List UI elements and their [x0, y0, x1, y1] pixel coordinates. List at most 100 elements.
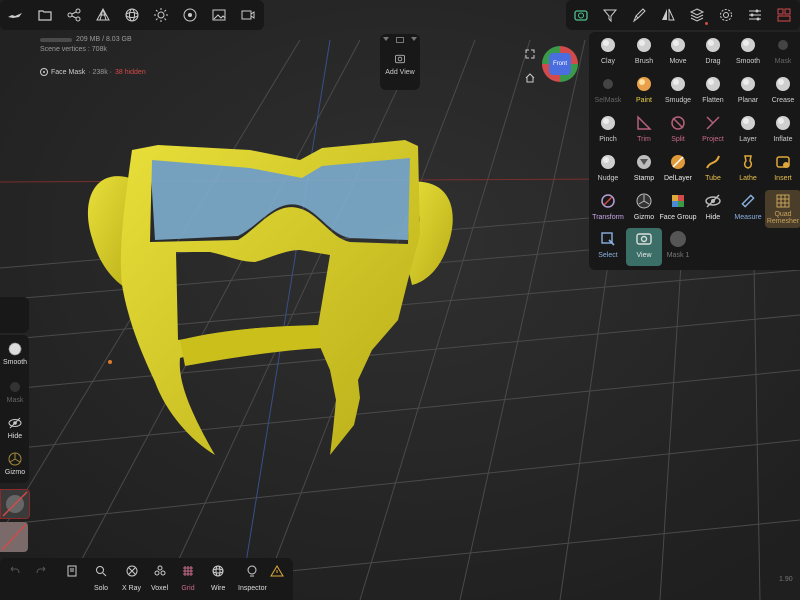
- redo-icon: [35, 564, 49, 583]
- tool-view[interactable]: View: [626, 228, 662, 266]
- home-icon[interactable]: [525, 70, 535, 83]
- sphere-icon: [599, 153, 617, 171]
- sphere-icon: [739, 36, 757, 54]
- view-cube-face[interactable]: Front: [549, 53, 571, 75]
- tool-transform[interactable]: Transform: [590, 190, 626, 228]
- hide-icon: [704, 192, 722, 210]
- sliders-icon[interactable]: [740, 0, 769, 30]
- chevron-down-icon[interactable]: [410, 37, 417, 41]
- filter-icon[interactable]: [595, 0, 624, 30]
- tool-hide[interactable]: Hide: [695, 190, 731, 228]
- tool-inflate[interactable]: Inflate: [765, 112, 800, 150]
- symmetry-icon[interactable]: [653, 0, 682, 30]
- inspector-icon: [245, 564, 259, 583]
- tool-split[interactable]: Split: [660, 112, 696, 150]
- add-view-button[interactable]: Add View: [380, 53, 420, 76]
- bottom-tool-document[interactable]: [65, 564, 79, 585]
- camera-icon[interactable]: [566, 0, 595, 30]
- tool-label: Mask 1: [666, 252, 690, 259]
- material-preview-button[interactable]: [0, 489, 30, 519]
- tool-planar[interactable]: Planar: [730, 73, 766, 111]
- tool-nudge[interactable]: Nudge: [590, 151, 626, 189]
- tool-project[interactable]: Project: [695, 112, 731, 150]
- left-tool-gizmo[interactable]: Gizmo: [0, 451, 30, 476]
- tool-dellayer[interactable]: DelLayer: [660, 151, 696, 189]
- tool-move[interactable]: Move: [660, 34, 696, 72]
- tool-quad-remesher[interactable]: Quad Remesher: [765, 190, 800, 228]
- tool-flatten[interactable]: Flatten: [695, 73, 731, 111]
- tool-stamp[interactable]: Stamp: [626, 151, 662, 189]
- view-frame-icon[interactable]: [395, 37, 404, 43]
- share-icon[interactable]: [59, 0, 88, 30]
- folder-icon[interactable]: [30, 0, 59, 30]
- bottom-tool-voxel[interactable]: Voxel: [151, 564, 168, 592]
- bottom-tool-label: Inspector: [238, 585, 267, 592]
- tool-paint[interactable]: Paint: [626, 73, 662, 111]
- bottom-tool-search[interactable]: Solo: [94, 564, 108, 592]
- bottom-tool-grid[interactable]: Grid: [181, 564, 195, 592]
- bottom-tool-warning[interactable]: [270, 564, 284, 585]
- left-tool-smooth[interactable]: Smooth: [0, 341, 30, 366]
- tool-crease[interactable]: Crease: [765, 73, 800, 111]
- tool-pinch[interactable]: Pinch: [590, 112, 626, 150]
- gizmo-icon: [635, 192, 653, 210]
- sphere-icon[interactable]: [117, 0, 146, 30]
- tool-insert[interactable]: Insert: [765, 151, 800, 189]
- tool-gizmo[interactable]: Gizmo: [626, 190, 662, 228]
- tool-face-group[interactable]: Face Group: [660, 190, 696, 228]
- bottom-tool-undo[interactable]: [7, 564, 21, 585]
- bottom-tool-redo[interactable]: [35, 564, 49, 585]
- matcap-button[interactable]: [0, 522, 28, 552]
- hide-icon: [8, 417, 22, 429]
- frame-icon[interactable]: [525, 46, 535, 59]
- left-tool-mask[interactable]: Mask: [0, 379, 30, 404]
- scene-icon[interactable]: [769, 0, 798, 30]
- view-cube[interactable]: Front: [542, 46, 578, 82]
- tool-label: Paint: [636, 97, 652, 104]
- tool-brush[interactable]: Brush: [626, 34, 662, 72]
- bottom-tool-xray[interactable]: X Ray: [122, 564, 141, 592]
- tool-mask[interactable]: Mask: [765, 34, 800, 72]
- left-top-panel: [0, 297, 29, 333]
- tool-smooth[interactable]: Smooth: [730, 34, 766, 72]
- sphere-icon: [599, 36, 617, 54]
- left-tool-hide[interactable]: Hide: [0, 415, 30, 440]
- tool-label: Split: [671, 136, 685, 143]
- tool-tube[interactable]: Tube: [695, 151, 731, 189]
- paint-icon: [635, 75, 653, 93]
- mesh-icon[interactable]: [88, 0, 117, 30]
- object-name[interactable]: Face Mask: [51, 69, 85, 76]
- wire-icon: [211, 564, 225, 583]
- tool-mask-1[interactable]: Mask 1: [660, 228, 696, 266]
- tool-label: Transform: [592, 214, 624, 221]
- logo-icon[interactable]: [0, 0, 30, 30]
- bottom-tool-label: Solo: [94, 585, 109, 592]
- material-icon[interactable]: [175, 0, 204, 30]
- tool-clay[interactable]: Clay: [590, 34, 626, 72]
- layers-icon[interactable]: [682, 0, 711, 30]
- tool-drag[interactable]: Drag: [695, 34, 731, 72]
- settings-icon[interactable]: [711, 0, 740, 30]
- tool-layer[interactable]: Layer: [730, 112, 766, 150]
- select-icon: [599, 230, 617, 248]
- sun-icon[interactable]: [146, 0, 175, 30]
- bottom-tool-inspector[interactable]: Inspector: [238, 564, 267, 592]
- tool-trim[interactable]: Trim: [626, 112, 662, 150]
- tool-lathe[interactable]: Lathe: [730, 151, 766, 189]
- left-tool-label: Smooth: [2, 359, 28, 366]
- tool-label: Inflate: [773, 136, 793, 143]
- scene-vertices: Scene vertices : 708k: [40, 46, 107, 53]
- sphere-icon: [739, 114, 757, 132]
- image-icon[interactable]: [204, 0, 233, 30]
- video-icon[interactable]: [233, 0, 262, 30]
- tool-smudge[interactable]: Smudge: [660, 73, 696, 111]
- tool-select[interactable]: Select: [590, 228, 626, 266]
- chevron-down-icon[interactable]: [383, 37, 390, 41]
- tool-selmask[interactable]: SelMask: [590, 73, 626, 111]
- bottom-tool-wire[interactable]: Wire: [211, 564, 225, 592]
- voxel-icon: [153, 564, 167, 583]
- sphere-icon: [669, 36, 687, 54]
- paint-icon[interactable]: [624, 0, 653, 30]
- tool-measure[interactable]: Measure: [730, 190, 766, 228]
- view-dropdown-row[interactable]: [380, 34, 420, 43]
